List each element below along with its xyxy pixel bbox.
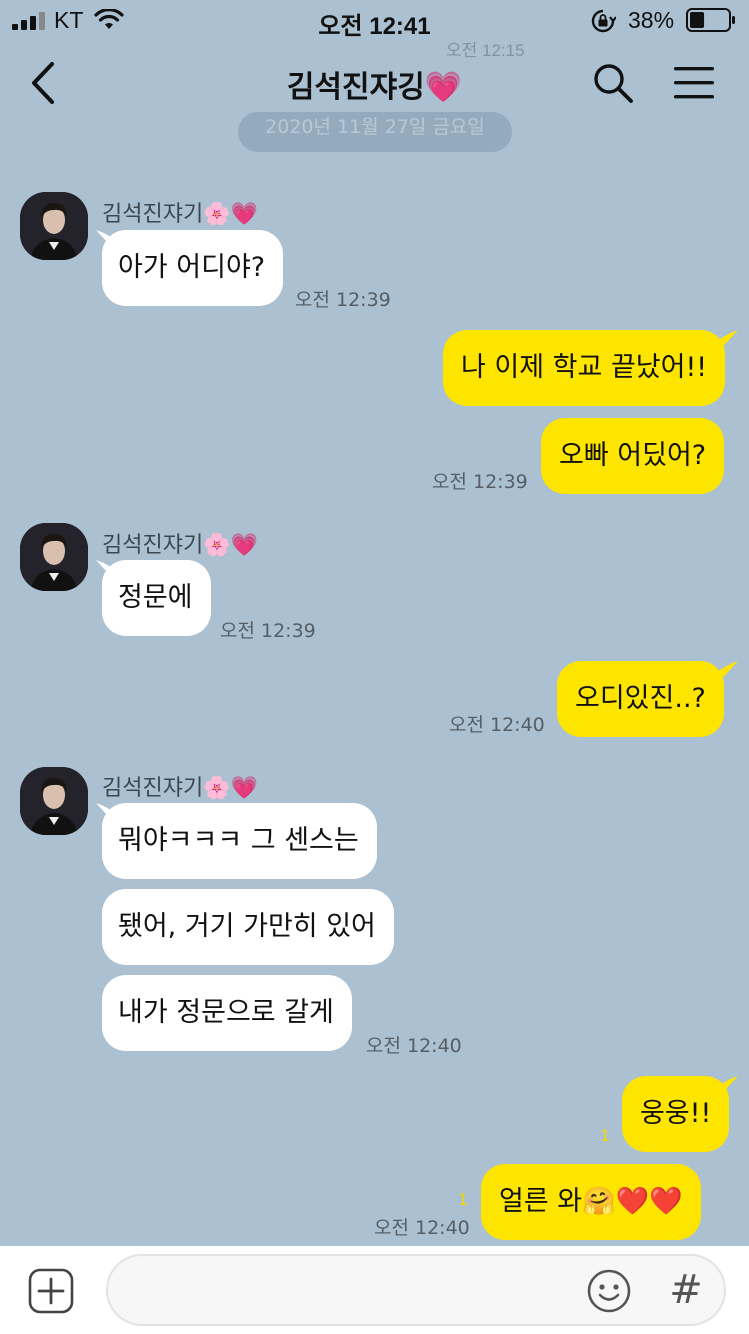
battery-icon [686,8,735,32]
message-time: 오전 12:40 [449,714,545,736]
message-bubble-outgoing[interactable]: 오빠 어딨어? [541,418,725,494]
message-time: 오전 12:40 [374,1217,470,1239]
chat-title: 김석진쟈깅💗 [286,70,463,105]
search-icon[interactable] [592,62,634,104]
add-attachment-icon[interactable] [28,1268,74,1314]
avatar[interactable] [20,523,88,591]
message-bubble-outgoing[interactable]: 얼른 와🤗❤️❤️ [481,1164,701,1240]
sender-name: 김석진쟈기🌸💗 [102,202,258,227]
avatar-photo [20,767,88,835]
avatar[interactable] [20,192,88,260]
unread-count: 1 [458,1190,469,1209]
orientation-lock-icon [591,9,616,33]
menu-icon[interactable] [672,66,716,100]
message-bubble-outgoing[interactable]: 웅웅!! [622,1076,730,1152]
message-bubble-incoming[interactable]: 정문에 [102,560,211,636]
message-time: 오전 12:39 [220,620,316,642]
battery-percent: 38% [628,7,675,33]
sender-name: 김석진쟈기🌸💗 [102,776,258,801]
status-bar: KT 오전 12:15 오전 12:41 38% [0,0,749,60]
message-bubble-outgoing[interactable]: 나 이제 학교 끝났어!! [443,330,726,406]
date-divider: 2020년 11월 27일 금요일 [238,112,512,152]
message-time: 오전 12:39 [432,471,528,493]
unread-count: 1 [600,1126,611,1145]
message-bubble-incoming[interactable]: 내가 정문으로 갈게 [102,975,352,1051]
avatar[interactable] [20,767,88,835]
message-bubble-incoming[interactable]: 아가 어디야? [102,230,284,306]
hashtag-button[interactable]: # [664,1262,708,1318]
message-input[interactable] [106,1254,726,1326]
message-bubble-outgoing[interactable]: 오디있진..? [557,661,724,737]
message-bubble-incoming[interactable]: 뭐야ㅋㅋㅋ 그 센스는 [102,803,377,879]
sender-name: 김석진쟈기🌸💗 [102,533,258,558]
message-time: 오전 12:39 [295,289,391,311]
avatar-photo [20,192,88,260]
input-bar: # [0,1246,749,1334]
emoji-icon[interactable] [586,1268,632,1314]
message-time: 오전 12:40 [366,1035,462,1057]
message-bubble-incoming[interactable]: 됐어, 거기 가만히 있어 [102,889,394,965]
avatar-photo [20,523,88,591]
